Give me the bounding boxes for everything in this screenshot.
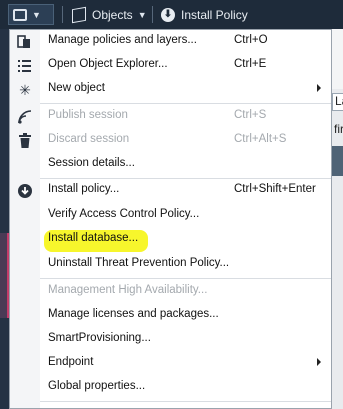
menu-item-label: Endpoint <box>48 356 94 368</box>
menu-item-label: Install policy... <box>48 183 120 195</box>
install-icon <box>16 182 34 200</box>
menu-item-shortcut: Ctrl+E <box>234 58 267 70</box>
menu-item-new-object[interactable]: ✳ New object <box>10 78 331 102</box>
submenu-arrow-icon <box>317 84 321 92</box>
objects-menu-button[interactable]: Objects ▼ <box>72 4 147 25</box>
menu-item-label: Management High Availability... <box>48 284 208 296</box>
menu-item-label: Install database... <box>48 232 139 244</box>
menu-item-label: Discard session <box>48 133 130 145</box>
menu-item-shortcut: Ctrl+S <box>234 109 267 121</box>
menu-item-manage-licenses[interactable]: Manage licenses and packages... <box>10 304 331 328</box>
trash-icon <box>16 132 34 150</box>
menu-separator <box>40 103 331 104</box>
app-menu-icon <box>13 8 27 21</box>
app-menu-button[interactable]: ▼ <box>8 4 54 25</box>
toolbar-divider <box>62 6 63 23</box>
chevron-down-icon: ▼ <box>32 9 41 20</box>
objects-label: Objects <box>92 7 133 22</box>
menu-item-install-policy[interactable]: Install policy... Ctrl+Shift+Enter <box>10 179 331 203</box>
install-policy-label: Install Policy <box>181 7 248 22</box>
menu-item-session-details[interactable]: Session details... <box>10 153 331 177</box>
menu-item-label: Session details... <box>48 157 135 169</box>
menu-item-shortcut: Ctrl+Shift+Enter <box>234 183 316 195</box>
menu-item-manage-policies[interactable]: Manage policies and layers... Ctrl+O <box>10 30 331 54</box>
install-icon: ⬇ <box>161 7 175 22</box>
menu-item-label: Uninstall Threat Prevention Policy... <box>48 257 230 269</box>
menu-item-label: Global properties... <box>48 380 146 392</box>
menu-item-verify-access-control[interactable]: Verify Access Control Policy... <box>10 204 331 228</box>
left-nav-active-accent <box>0 233 9 318</box>
background-field[interactable]: La <box>332 93 343 111</box>
submenu-arrow-icon <box>317 358 321 366</box>
top-toolbar: ▼ Objects ▼ ⬇ Install Policy <box>0 0 343 30</box>
chevron-down-icon: ▼ <box>137 9 147 20</box>
background-header-band <box>332 146 343 176</box>
menu-item-shortcut: Ctrl+Alt+S <box>234 133 287 145</box>
policy-layers-icon <box>16 33 34 51</box>
left-nav-strip <box>0 29 9 409</box>
menu-item-label: Verify Access Control Policy... <box>48 208 200 220</box>
menu-item-object-explorer[interactable]: Open Object Explorer... Ctrl+E <box>10 54 331 78</box>
menu-item-label: New object <box>48 82 105 94</box>
menu-item-discard-session[interactable]: Discard session Ctrl+Alt+S <box>10 129 331 153</box>
menu-item-endpoint[interactable]: Endpoint <box>10 352 331 376</box>
install-policy-button[interactable]: ⬇ Install Policy <box>161 4 248 25</box>
menu-separator <box>40 278 331 279</box>
cube-icon <box>72 6 86 23</box>
publish-icon <box>16 108 34 126</box>
background-text-fragment: first <box>334 122 343 136</box>
menu-item-label: Manage policies and layers... <box>48 34 197 46</box>
menu-separator <box>40 401 331 402</box>
main-dropdown-menu: Manage policies and layers... Ctrl+O Ope… <box>9 29 332 409</box>
toolbar-divider <box>152 6 153 23</box>
menu-item-shortcut: Ctrl+O <box>234 34 268 46</box>
menu-item-install-database[interactable]: Install database... <box>10 228 331 252</box>
menu-item-label: SmartProvisioning... <box>48 332 151 344</box>
menu-item-label: Publish session <box>48 109 128 121</box>
background-panel-header <box>332 29 343 89</box>
menu-item-uninstall-threat-prevention[interactable]: Uninstall Threat Prevention Policy... <box>10 253 331 277</box>
menu-item-smartprovisioning[interactable]: SmartProvisioning... <box>10 328 331 352</box>
menu-item-management-high-availability[interactable]: Management High Availability... <box>10 280 331 304</box>
menu-item-label: Open Object Explorer... <box>48 58 168 70</box>
menu-item-global-properties[interactable]: Global properties... <box>10 376 331 400</box>
menu-item-label: Manage licenses and packages... <box>48 308 219 320</box>
list-icon <box>16 57 34 75</box>
menu-item-publish-session[interactable]: Publish session Ctrl+S <box>10 105 331 129</box>
new-object-icon: ✳ <box>19 81 31 98</box>
